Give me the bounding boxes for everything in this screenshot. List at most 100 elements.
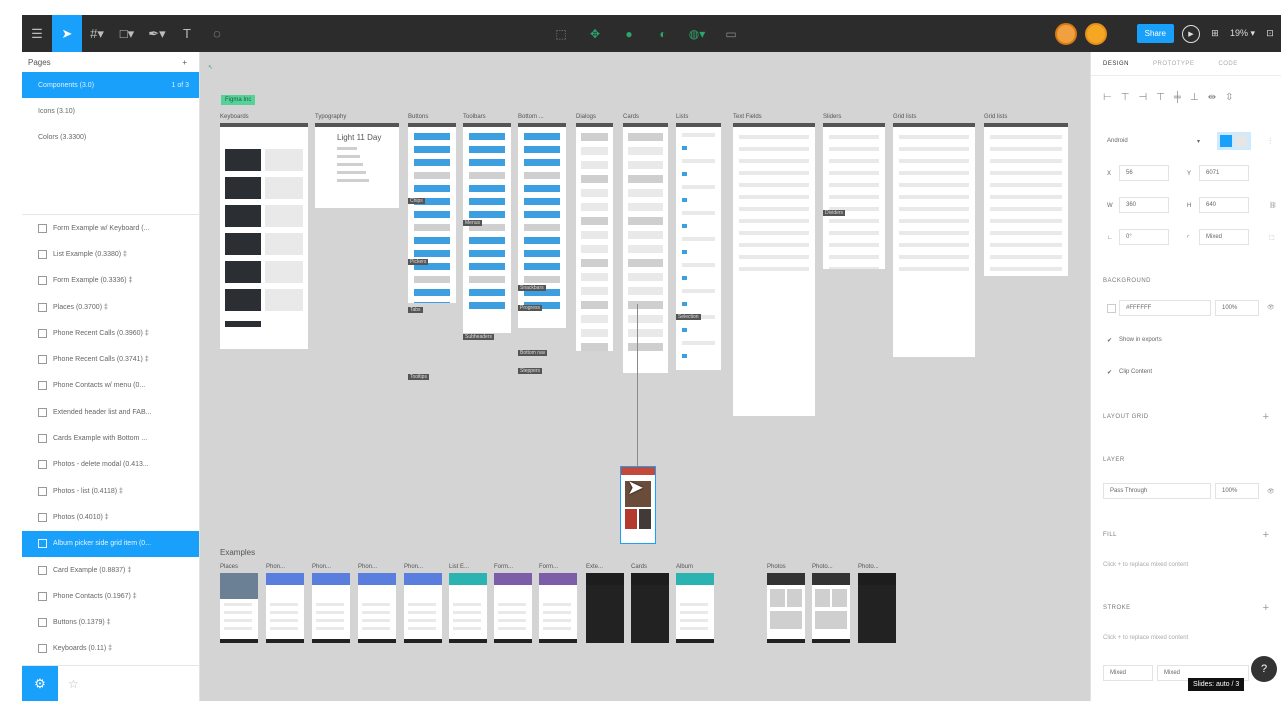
layer-item[interactable]: Photos (0.4010) ‡	[22, 504, 199, 530]
device-select[interactable]: Android	[1107, 138, 1128, 144]
layer-item[interactable]: Places (0.3700) ‡	[22, 294, 199, 320]
page-item[interactable]: Colors (3.3300)	[22, 124, 199, 150]
rotation-field[interactable]: 0°	[1119, 229, 1169, 245]
example-label[interactable]: Phon...	[358, 564, 377, 570]
stroke-weight-select[interactable]: Mixed	[1103, 665, 1153, 681]
component-icon[interactable]: ✥	[586, 25, 604, 43]
example-screen[interactable]	[586, 573, 624, 643]
portrait-toggle[interactable]	[1217, 132, 1251, 150]
example-screen[interactable]	[631, 573, 669, 643]
layer-item[interactable]: Album picker side grid item (0...	[22, 530, 199, 557]
example-label[interactable]: Phon...	[404, 564, 423, 570]
shape-tool-icon[interactable]: □▾	[112, 15, 142, 52]
example-label[interactable]: Photo...	[812, 564, 833, 570]
move-tool-icon[interactable]: ➤	[52, 15, 82, 52]
align-right-icon[interactable]: ⊣	[1138, 92, 1147, 103]
component-frame[interactable]	[623, 123, 668, 373]
avatar[interactable]	[1084, 22, 1107, 45]
y-field[interactable]: 6071	[1199, 165, 1249, 181]
component-frame[interactable]	[576, 123, 613, 351]
example-screen[interactable]	[767, 573, 805, 643]
example-screen[interactable]	[220, 573, 258, 643]
align-middle-icon[interactable]: ╪	[1174, 92, 1181, 103]
layer-item[interactable]: Card Example (0.8837) ‡	[22, 557, 199, 583]
text-tool-icon[interactable]: T	[172, 15, 202, 52]
frame-label[interactable]: Lists	[676, 114, 688, 120]
component-frame[interactable]	[463, 123, 511, 333]
example-screen[interactable]	[312, 573, 350, 643]
add-fill-icon[interactable]: +	[1263, 529, 1269, 541]
chevron-down-icon[interactable]: ▾	[1197, 138, 1200, 145]
corner-icon[interactable]: ⬚	[1269, 234, 1275, 241]
pages-header[interactable]: Pages +	[22, 52, 199, 72]
example-label[interactable]: List E...	[449, 564, 469, 570]
zoom-dropdown[interactable]: 19% ▾	[1230, 28, 1255, 39]
example-label[interactable]: Form...	[539, 564, 558, 570]
align-left-icon[interactable]: ⊢	[1103, 92, 1112, 103]
pen-tool-icon[interactable]: ✒▾	[142, 15, 172, 52]
background-swatch[interactable]	[1107, 304, 1116, 313]
layer-item[interactable]: Phone Contacts (0.1967) ‡	[22, 583, 199, 609]
example-label[interactable]: Phon...	[266, 564, 285, 570]
layer-item[interactable]: Photos - delete modal (0.413...	[22, 452, 199, 478]
example-screen[interactable]	[358, 573, 396, 643]
help-icon[interactable]: ?	[1251, 656, 1277, 682]
canvas[interactable]: ↖ Figma Inc Keyboards Typography Light 11 …	[200, 52, 1090, 701]
eye-icon[interactable]: 👁	[1267, 304, 1275, 311]
component-frame[interactable]	[823, 123, 885, 269]
add-stroke-icon[interactable]: +	[1263, 602, 1269, 614]
example-screen[interactable]	[404, 573, 442, 643]
frame-label[interactable]: Cards	[623, 114, 639, 120]
panel-toggle-icon[interactable]: ⊡	[1263, 28, 1277, 39]
share-button[interactable]: Share	[1136, 24, 1174, 43]
link-icon[interactable]: ⛓	[1269, 202, 1277, 209]
example-label[interactable]: Form...	[494, 564, 513, 570]
example-screen[interactable]	[449, 573, 487, 643]
selected-mockup-frame[interactable]: ➤	[620, 466, 656, 544]
blend-mode-select[interactable]: Pass Through	[1103, 483, 1211, 499]
clip-content-check[interactable]: ✔	[1107, 369, 1112, 376]
layer-item[interactable]: Keyboards (0.11) ‡	[22, 636, 199, 662]
eye-icon[interactable]: 👁	[1267, 488, 1275, 495]
select-frame-icon[interactable]: ⬚	[552, 25, 570, 43]
component-frame[interactable]: Light 11 Day	[315, 123, 399, 208]
example-label[interactable]: Photo...	[858, 564, 879, 570]
radius-field[interactable]: Mixed	[1199, 229, 1249, 245]
component-frame[interactable]	[893, 123, 975, 357]
show-in-exports-check[interactable]: ✔	[1107, 337, 1112, 344]
boolean-icon[interactable]: ◍▾	[688, 25, 706, 43]
layer-item[interactable]: Photos - list (0.4118) ‡	[22, 478, 199, 504]
layer-item[interactable]: Buttons (0.1379) ‡	[22, 609, 199, 635]
example-screen[interactable]	[676, 573, 714, 643]
layer-item[interactable]: Phone Recent Calls (0.3960) ‡	[22, 320, 199, 346]
align-center-icon[interactable]: ⊤	[1121, 92, 1130, 103]
component-frame[interactable]	[220, 123, 308, 349]
mask-icon[interactable]: ●	[620, 25, 638, 43]
page-item[interactable]: Icons (3.10)	[22, 98, 199, 124]
page-item[interactable]: Components (3.0) 1 of 3	[22, 72, 199, 98]
component-frame[interactable]	[408, 123, 456, 303]
view-settings-icon[interactable]: ⊞	[1208, 28, 1222, 39]
present-icon[interactable]: ▶	[1181, 24, 1200, 43]
frame-label[interactable]: Text Fields	[733, 114, 762, 120]
frame-label[interactable]: Buttons	[408, 114, 428, 120]
example-screen[interactable]	[858, 573, 896, 643]
frame-label[interactable]: Sliders	[823, 114, 841, 120]
comment-tool-icon[interactable]: ◌	[202, 15, 232, 52]
example-label[interactable]: Album	[676, 564, 693, 570]
layer-item[interactable]: Form Example w/ Keyboard (...	[22, 215, 199, 241]
tab-design[interactable]: DESIGN	[1103, 61, 1129, 67]
distribute-v-icon[interactable]: ⇳	[1225, 92, 1233, 103]
tab-code[interactable]: CODE	[1218, 61, 1237, 67]
example-screen[interactable]	[539, 573, 577, 643]
align-top-icon[interactable]: ⊤	[1156, 92, 1165, 103]
tab-prototype[interactable]: PROTOTYPE	[1153, 61, 1194, 67]
layer-item[interactable]: Phone Contacts w/ menu (0...	[22, 373, 199, 399]
example-screen[interactable]	[266, 573, 304, 643]
component-frame[interactable]	[984, 123, 1068, 276]
layer-item[interactable]: Extended header list and FAB...	[22, 399, 199, 425]
frame-label[interactable]: Toolbars	[463, 114, 486, 120]
background-hex-field[interactable]: #FFFFFF	[1119, 300, 1211, 316]
example-label[interactable]: Photos	[767, 564, 786, 570]
align-bottom-icon[interactable]: ⊥	[1190, 92, 1199, 103]
